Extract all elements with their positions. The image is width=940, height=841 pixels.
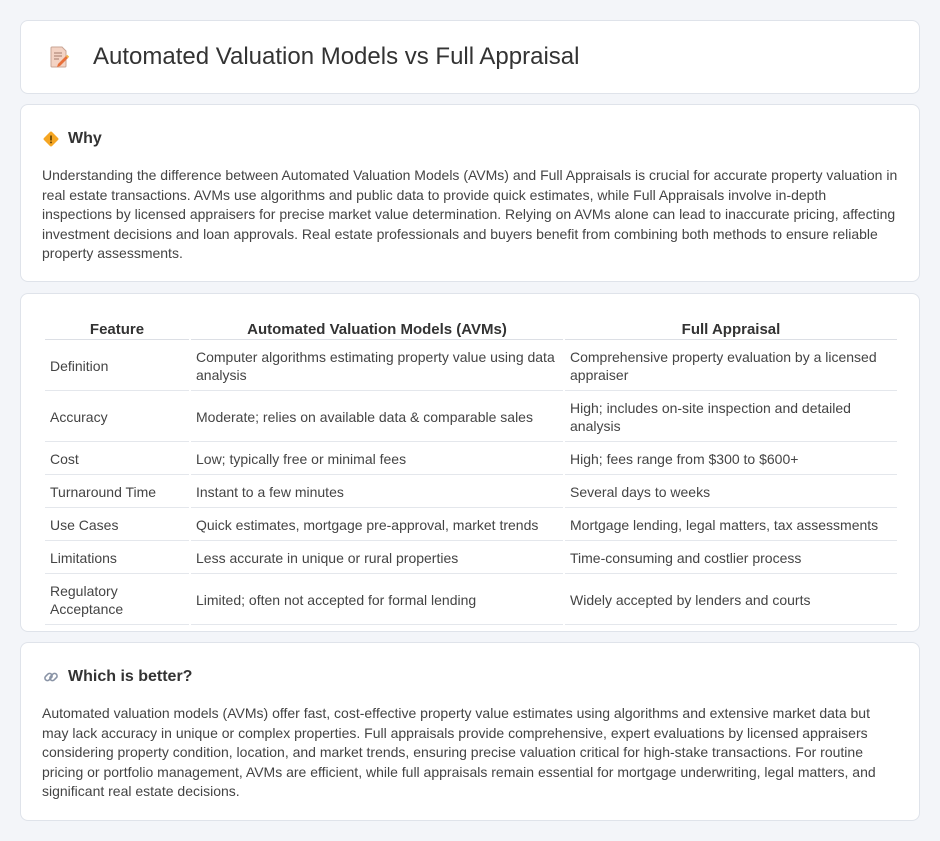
link-icon	[43, 669, 59, 685]
row-full-appraisal: High; fees range from $300 to $600+	[565, 444, 897, 475]
row-full-appraisal: Widely accepted by lenders and courts	[565, 576, 897, 625]
row-full-appraisal: Comprehensive property evaluation by a l…	[565, 342, 897, 391]
row-full-appraisal: Mortgage lending, legal matters, tax ass…	[565, 510, 897, 541]
comparison-table: Feature Automated Valuation Models (AVMs…	[43, 316, 899, 627]
row-full-appraisal: Time-consuming and costlier process	[565, 543, 897, 574]
table-row: Definition Computer algorithms estimatin…	[45, 342, 897, 391]
table-header-row: Feature Automated Valuation Models (AVMs…	[45, 318, 897, 340]
row-feature: Limitations	[45, 543, 189, 574]
why-card: Why Understanding the difference between…	[20, 104, 920, 282]
header-full-appraisal: Full Appraisal	[565, 318, 897, 340]
row-feature: Cost	[45, 444, 189, 475]
row-avm: Instant to a few minutes	[191, 477, 563, 508]
row-avm: Computer algorithms estimating property …	[191, 342, 563, 391]
row-avm: Low; typically free or minimal fees	[191, 444, 563, 475]
row-feature: Use Cases	[45, 510, 189, 541]
table-row: Accuracy Moderate; relies on available d…	[45, 393, 897, 442]
row-avm: Moderate; relies on available data & com…	[191, 393, 563, 442]
table-row: Use Cases Quick estimates, mortgage pre-…	[45, 510, 897, 541]
document-edit-icon	[47, 45, 71, 69]
header-avm: Automated Valuation Models (AVMs)	[191, 318, 563, 340]
title-card: Automated Valuation Models vs Full Appra…	[20, 20, 920, 94]
row-avm: Less accurate in unique or rural propert…	[191, 543, 563, 574]
which-is-better-card: Which is better? Automated valuation mod…	[20, 642, 920, 821]
header-feature: Feature	[45, 318, 189, 340]
row-avm: Quick estimates, mortgage pre-approval, …	[191, 510, 563, 541]
table-row: Regulatory Acceptance Limited; often not…	[45, 576, 897, 625]
row-feature: Definition	[45, 342, 189, 391]
why-title: Why	[68, 130, 102, 147]
better-title: Which is better?	[68, 668, 193, 685]
row-feature: Regulatory Acceptance	[45, 576, 189, 625]
table-row: Limitations Less accurate in unique or r…	[45, 543, 897, 574]
row-feature: Accuracy	[45, 393, 189, 442]
page-title: Automated Valuation Models vs Full Appra…	[93, 43, 580, 70]
row-full-appraisal: High; includes on-site inspection and de…	[565, 393, 897, 442]
table-row: Cost Low; typically free or minimal fees…	[45, 444, 897, 475]
comparison-card: Feature Automated Valuation Models (AVMs…	[20, 293, 920, 632]
row-avm: Limited; often not accepted for formal l…	[191, 576, 563, 625]
row-feature: Turnaround Time	[45, 477, 189, 508]
better-text: Automated valuation models (AVMs) offer …	[42, 705, 876, 800]
diamond-sign-icon	[43, 131, 59, 147]
row-full-appraisal: Several days to weeks	[565, 477, 897, 508]
table-row: Turnaround Time Instant to a few minutes…	[45, 477, 897, 508]
why-text: Understanding the difference between Aut…	[42, 167, 898, 262]
